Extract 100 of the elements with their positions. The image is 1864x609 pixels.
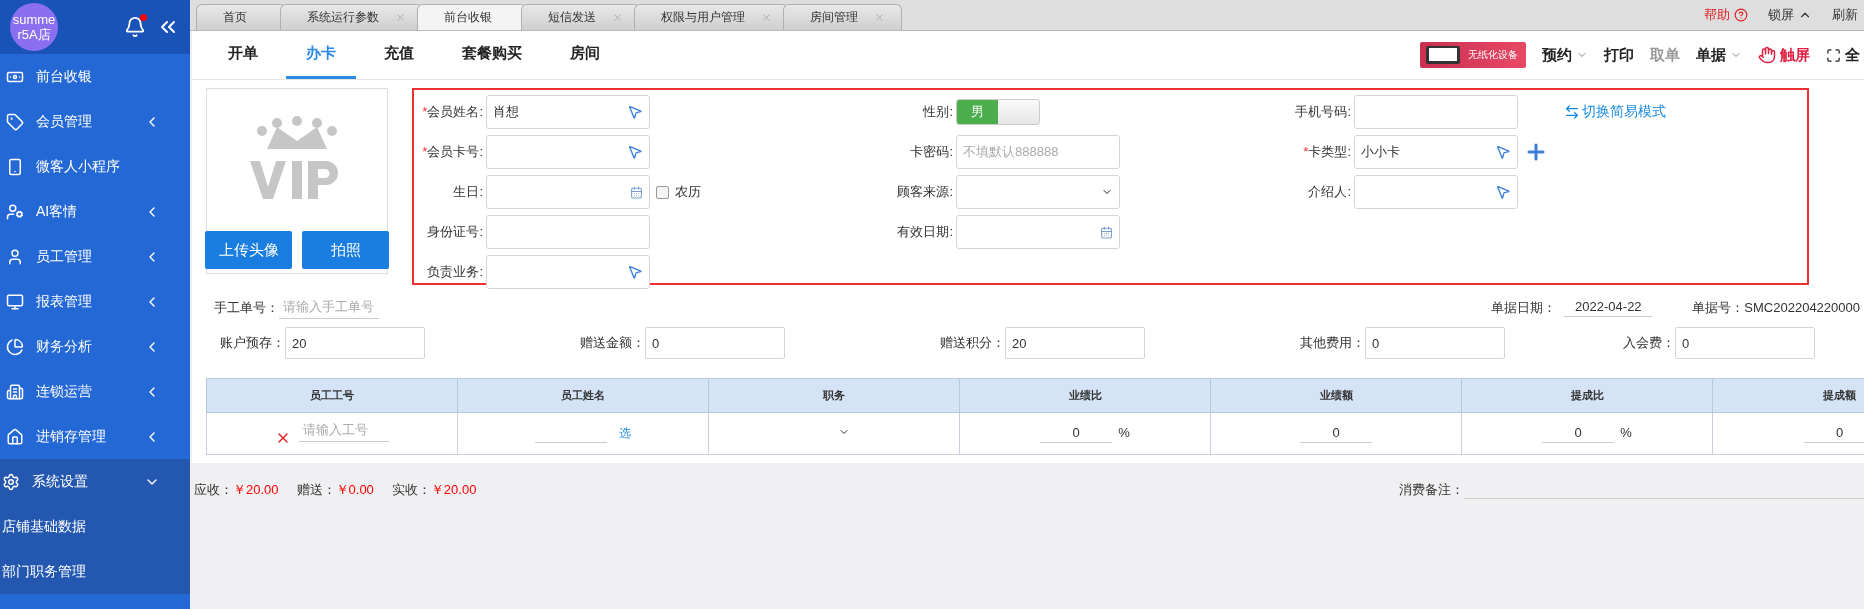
field-label: 赠送金额： <box>579 334 645 352</box>
total-amount: 赠送：￥0.00 <box>296 481 374 499</box>
input-field[interactable]: 0 <box>1542 424 1615 443</box>
field-label: 手工单号： <box>214 299 279 317</box>
sub-tab[interactable]: 房间 <box>550 31 620 79</box>
pick-link[interactable]: 选 <box>619 424 631 442</box>
input-field[interactable] <box>486 175 650 209</box>
nav-item[interactable]: 会员管理 <box>0 99 190 144</box>
column-header: 员工姓名 <box>457 378 709 413</box>
column-header: 业绩比 <box>959 378 1211 413</box>
percent-sign: % <box>1620 424 1632 440</box>
column-header: 员工工号 <box>206 378 458 413</box>
avatar-button[interactable]: 拍照 <box>302 231 389 269</box>
nav-item[interactable]: 连锁运营 <box>0 369 190 414</box>
bell-icon[interactable] <box>124 16 146 38</box>
column-header: 职务 <box>708 378 960 413</box>
input-field[interactable] <box>486 255 650 289</box>
picker-icon[interactable] <box>627 144 643 160</box>
fullscreen-icon[interactable] <box>1826 47 1841 63</box>
toolbar-button[interactable]: 单据 <box>1696 45 1742 65</box>
column-header: 业绩额 <box>1210 378 1462 413</box>
input-field[interactable] <box>1354 175 1518 209</box>
menu-icon <box>6 112 24 131</box>
checkbox[interactable] <box>656 185 669 199</box>
toolbar-button[interactable]: 全 <box>1826 45 1860 65</box>
input-field[interactable]: 肖想 <box>486 95 650 129</box>
nav-item[interactable]: 前台收银 <box>0 54 190 99</box>
input-field[interactable]: 0 <box>1675 327 1815 359</box>
menu-icon <box>2 472 20 491</box>
swap-arrows-icon[interactable] <box>1564 104 1580 120</box>
field-label: 账户预存： <box>219 334 285 352</box>
total-amount: 应收：￥20.00 <box>194 481 279 499</box>
date-field[interactable]: 2022-04-22 <box>1564 299 1653 317</box>
store-avatar: summer5A店 <box>10 3 58 51</box>
menu-icon <box>6 292 24 311</box>
sub-tab[interactable]: 充值 <box>364 31 434 79</box>
field-label: 顾客来源: <box>896 183 954 201</box>
header-action[interactable]: 锁屏 <box>1768 6 1812 24</box>
mode-switch-link[interactable]: 切换简易模式 <box>1564 103 1807 121</box>
nav-item[interactable]: 财务分析 <box>0 324 190 369</box>
header-action[interactable]: 刷新 <box>1832 6 1858 24</box>
picker-icon[interactable] <box>1495 144 1511 160</box>
field-label: 介绍人: <box>1307 183 1352 201</box>
select-field[interactable] <box>956 175 1120 209</box>
menu-icon <box>6 382 24 401</box>
input-field[interactable]: 0 <box>1365 327 1505 359</box>
field-label: 卡密码: <box>909 143 954 161</box>
field-label: 生日: <box>452 183 484 201</box>
field-label: 消费备注： <box>1399 481 1464 499</box>
input-field[interactable] <box>956 215 1120 249</box>
sub-tab[interactable]: 套餐购买 <box>442 31 542 79</box>
device-badge[interactable]: 无纸化设备 <box>1420 42 1526 68</box>
column-header: 提成比 <box>1461 378 1713 413</box>
input-field[interactable]: 20 <box>1005 327 1145 359</box>
input-field[interactable]: 0 <box>1300 424 1372 443</box>
percent-sign: % <box>1118 424 1130 440</box>
toolbar-button[interactable]: 打印 <box>1604 45 1634 65</box>
header-action[interactable]: 帮助 <box>1704 6 1748 24</box>
menu-icon <box>6 337 24 356</box>
toolbar-button[interactable]: 预约 <box>1542 45 1588 65</box>
calendar-icon[interactable] <box>630 185 643 199</box>
menu-icon <box>6 202 24 221</box>
field-label: 其他费用： <box>1299 334 1365 352</box>
field-label: 有效日期: <box>896 223 954 241</box>
nav-item[interactable]: 微客人小程序 <box>0 144 190 189</box>
picker-icon[interactable] <box>627 104 643 120</box>
input-field[interactable]: 0 <box>1040 424 1113 443</box>
nav-item[interactable]: 进销存管理 <box>0 414 190 459</box>
input-field[interactable]: 20 <box>285 327 425 359</box>
field-label: 赠送积分： <box>939 334 1005 352</box>
sub-tab[interactable]: 开单 <box>208 31 278 79</box>
input-field[interactable]: 小小卡 <box>1354 135 1518 169</box>
column-header: 提成额 <box>1712 378 1864 413</box>
field-label: 单据日期： <box>1491 299 1557 317</box>
toolbar-button[interactable]: 触屏 <box>1758 45 1810 65</box>
input-field[interactable] <box>486 135 650 169</box>
input-field[interactable]: 0 <box>645 327 785 359</box>
sub-tab[interactable]: 办卡 <box>286 31 356 79</box>
calendar-icon[interactable] <box>1100 225 1113 239</box>
nav-item[interactable]: 报表管理 <box>0 279 190 324</box>
checkbox-label: 农历 <box>675 183 701 201</box>
menu-icon <box>6 427 24 446</box>
field-label: 性别: <box>922 103 954 121</box>
total-amount: 实收：￥20.00 <box>391 481 477 499</box>
input-field[interactable] <box>486 215 650 249</box>
nav-item[interactable]: AI客情 <box>0 189 190 234</box>
menu-icon <box>6 157 24 176</box>
nav-item[interactable]: 员工管理 <box>0 234 190 279</box>
help-icon[interactable] <box>1734 8 1748 22</box>
picker-icon[interactable] <box>627 264 643 280</box>
menu-icon <box>6 247 24 266</box>
page-tab[interactable]: 房间管理 <box>783 4 902 30</box>
picker-icon[interactable] <box>1495 184 1511 200</box>
hand-icon[interactable] <box>1758 46 1776 64</box>
input-field[interactable]: 0 <box>1803 424 1864 443</box>
field-label: *卡类型: <box>1302 143 1352 161</box>
input-field[interactable] <box>1354 95 1518 129</box>
field-label: *会员卡号: <box>421 143 484 161</box>
field-label: 负责业务: <box>426 263 484 281</box>
avatar-button[interactable]: 上传头像 <box>205 231 292 269</box>
